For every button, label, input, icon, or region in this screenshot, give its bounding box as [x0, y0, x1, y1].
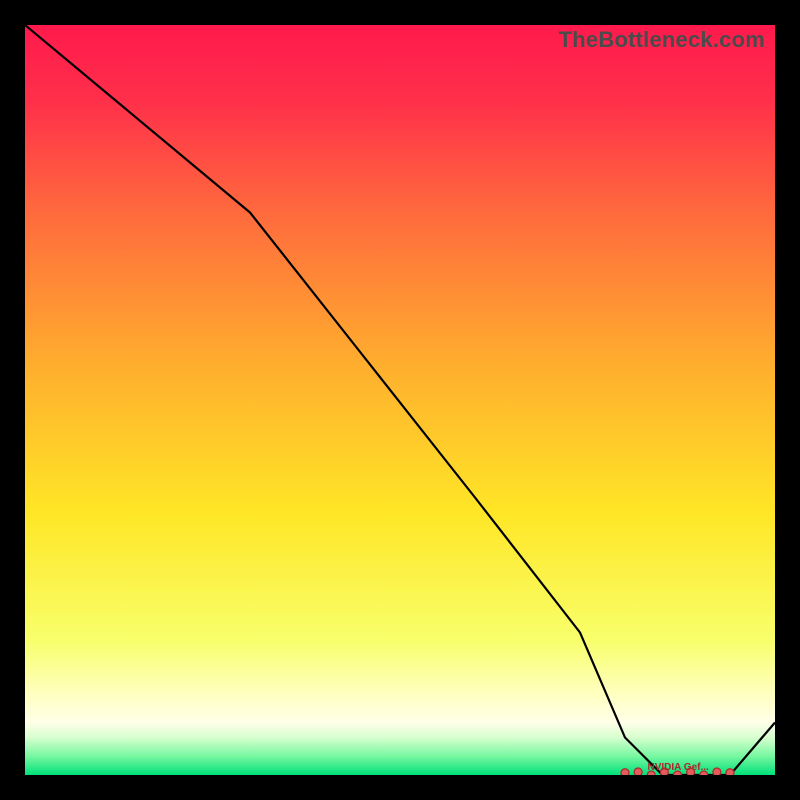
gpu-label: NVIDIA Gef... [648, 762, 709, 773]
marker-dot [713, 768, 721, 775]
marker-dot [621, 769, 629, 775]
gradient-background [25, 25, 775, 775]
chart-svg [25, 25, 775, 775]
marker-dot [634, 768, 642, 775]
watermark-text: TheBottleneck.com [559, 27, 765, 53]
marker-dot [726, 769, 734, 775]
outer-frame: TheBottleneck.com NVIDIA Gef... [0, 0, 800, 800]
chart-plot-area: TheBottleneck.com NVIDIA Gef... [25, 25, 775, 775]
